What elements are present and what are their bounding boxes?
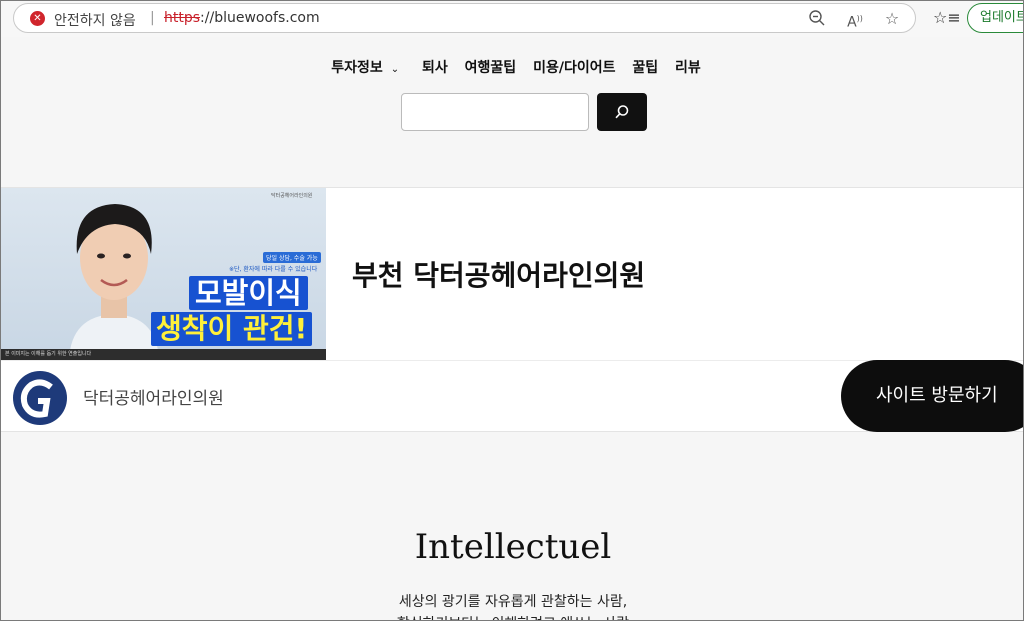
browser-window: ✕ 안전하지 않음 | https://bluewoofs.com A)) ☆ … bbox=[0, 0, 1024, 621]
favorites-list-icon[interactable]: ☆≡ bbox=[933, 8, 961, 28]
search-button[interactable] bbox=[597, 93, 647, 131]
ad-image-brand: 닥터공헤어라인의원 bbox=[271, 193, 313, 199]
ad-image-subheadline: 생착이 관건! bbox=[151, 312, 313, 346]
ad-advertiser-name: 닥터공헤어라인의원 bbox=[83, 389, 224, 409]
url-text[interactable]: https://bluewoofs.com bbox=[164, 10, 320, 26]
ad-block[interactable]: 닥터공헤어라인의원 당일 상담, 수술 가능 ※단, 환자에 따라 다를 수 있… bbox=[1, 187, 1023, 432]
security-label[interactable]: 안전하지 않음 bbox=[54, 10, 136, 30]
update-button[interactable]: 업데이트 bbox=[967, 3, 1023, 33]
visit-site-button[interactable]: 사이트 방문하기 bbox=[841, 360, 1023, 432]
chevron-down-icon: ⌄ bbox=[390, 64, 400, 75]
site-header: 투자정보 ⌄ 퇴사 여행꿀팁 미용/다이어트 꿀팁 리뷰 bbox=[1, 37, 1023, 187]
ad-image-disclaimer: 본 이미지는 이해를 돕기 위한 연출입니다 bbox=[1, 349, 326, 360]
url-box[interactable]: ✕ 안전하지 않음 | https://bluewoofs.com A)) ☆ bbox=[13, 3, 916, 33]
nav-item-invest[interactable]: 투자정보 ⌄ bbox=[325, 60, 405, 76]
main-nav: 투자정보 ⌄ 퇴사 여행꿀팁 미용/다이어트 꿀팁 리뷰 bbox=[1, 57, 1023, 77]
search-icon bbox=[615, 105, 629, 119]
ad-image-badge: 당일 상담, 수술 가능 bbox=[263, 252, 321, 263]
nav-item-quit[interactable]: 퇴사 bbox=[422, 60, 448, 76]
address-bar: ✕ 안전하지 않음 | https://bluewoofs.com A)) ☆ … bbox=[1, 1, 1023, 37]
nav-item-review[interactable]: 리뷰 bbox=[675, 60, 701, 76]
favorite-star-icon[interactable]: ☆ bbox=[882, 9, 902, 29]
read-aloud-icon[interactable]: A)) bbox=[845, 9, 865, 31]
zoom-out-icon[interactable] bbox=[807, 9, 827, 29]
ad-image-note: ※단, 환자에 따라 다를 수 있습니다 bbox=[229, 266, 318, 273]
nav-item-travel[interactable]: 여행꿀팁 bbox=[465, 60, 517, 76]
site-tagline: 세상의 광기를 자유롭게 관찰하는 사람, 학식하기보다는 이해하려고 애쓰는 … bbox=[1, 591, 1023, 620]
url-scheme: https bbox=[164, 10, 201, 26]
url-separator: | bbox=[150, 10, 155, 26]
nav-item-tips[interactable]: 꿀팁 bbox=[632, 60, 658, 76]
site-title: Intellectuel bbox=[414, 527, 612, 567]
ad-image-headline: 모발이식 bbox=[189, 276, 308, 310]
advertiser-logo-icon bbox=[13, 371, 67, 425]
tagline-line-2: 학식하기보다는 이해하려고 애쓰는 사람 bbox=[1, 613, 1023, 620]
search-input[interactable] bbox=[401, 93, 589, 131]
ad-image[interactable]: 닥터공헤어라인의원 당일 상담, 수술 가능 ※단, 환자에 따라 다를 수 있… bbox=[1, 188, 326, 360]
url-host: ://bluewoofs.com bbox=[200, 10, 320, 26]
nav-item-beauty[interactable]: 미용/다이어트 bbox=[533, 60, 615, 76]
nav-label: 투자정보 bbox=[331, 60, 383, 76]
tagline-line-1: 세상의 광기를 자유롭게 관찰하는 사람, bbox=[398, 594, 628, 610]
ad-title[interactable]: 부천 닥터공헤어라인의원 bbox=[352, 254, 645, 294]
not-secure-icon[interactable]: ✕ bbox=[30, 11, 45, 26]
